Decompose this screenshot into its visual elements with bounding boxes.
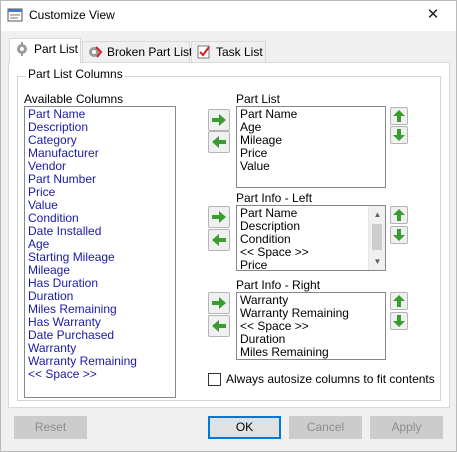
remove-from-info-right-button[interactable] <box>208 315 230 337</box>
info-right-move-up-button[interactable] <box>390 292 408 310</box>
list-item[interactable]: Value <box>240 160 385 173</box>
remove-from-part-list-button[interactable] <box>208 131 230 153</box>
gear-icon <box>17 42 27 56</box>
checklist-icon <box>197 45 210 59</box>
list-item[interactable]: Price <box>240 259 385 271</box>
title-bar: Customize View ✕ <box>1 1 456 31</box>
remove-from-info-left-button[interactable] <box>208 229 230 251</box>
arrow-up-icon <box>393 295 405 307</box>
info-left-move-up-button[interactable] <box>390 206 408 224</box>
part-info-right-label: Part Info - Right <box>236 278 321 292</box>
broken-gear-icon <box>89 46 103 58</box>
part-list-label: Part List <box>236 92 281 106</box>
part-info-left-label: Part Info - Left <box>236 191 313 205</box>
arrow-up-icon <box>393 209 405 221</box>
available-columns-list[interactable]: Part Name Description Category Manufactu… <box>24 106 176 398</box>
close-button[interactable]: ✕ <box>410 1 456 31</box>
part-info-right-list[interactable]: Warranty Warranty Remaining << Space >> … <box>236 292 386 360</box>
tab-label: Broken Part List <box>107 45 193 59</box>
window-title: Customize View <box>29 8 115 22</box>
part-info-left-list[interactable]: Part Name Description Condition << Space… <box>236 205 386 271</box>
arrow-down-icon <box>393 229 405 241</box>
autosize-checkbox[interactable] <box>208 373 221 386</box>
part-list-list[interactable]: Part Name Age Mileage Price Value <box>236 106 386 188</box>
tab-label: Task List <box>216 45 263 59</box>
tab-label: Part List <box>34 42 79 56</box>
arrow-left-icon <box>212 234 226 246</box>
scroll-thumb[interactable] <box>372 224 382 250</box>
add-to-info-right-button[interactable] <box>208 292 230 314</box>
list-item[interactable]: Date Installed <box>28 225 175 238</box>
list-item[interactable]: << Space >> <box>28 368 175 381</box>
arrow-left-icon <box>212 320 226 332</box>
ok-button[interactable]: OK <box>208 416 281 439</box>
arrow-down-icon <box>393 129 405 141</box>
available-columns-label: Available Columns <box>24 92 124 106</box>
reset-button[interactable]: Reset <box>14 416 87 439</box>
close-icon: ✕ <box>426 6 440 23</box>
arrow-down-icon <box>393 315 405 327</box>
vertical-scrollbar[interactable]: ▲ ▼ <box>368 206 385 270</box>
info-left-move-down-button[interactable] <box>390 226 408 244</box>
arrow-up-icon <box>393 110 405 122</box>
part-list-move-up-button[interactable] <box>390 107 408 125</box>
part-list-move-down-button[interactable] <box>390 126 408 144</box>
arrow-left-icon <box>212 136 226 148</box>
customize-view-window: Customize View ✕ Part List Broken Part L… <box>0 0 457 452</box>
list-item[interactable]: Miles Remaining <box>240 346 385 359</box>
cancel-button[interactable]: Cancel <box>289 416 362 439</box>
add-to-info-left-button[interactable] <box>208 206 230 228</box>
add-to-part-list-button[interactable] <box>208 109 230 131</box>
app-icon <box>7 8 23 22</box>
info-right-move-down-button[interactable] <box>390 312 408 330</box>
scroll-down-icon[interactable]: ▼ <box>369 253 385 270</box>
arrow-right-icon <box>212 211 226 223</box>
arrow-right-icon <box>212 297 226 309</box>
arrow-right-icon <box>212 114 226 126</box>
tab-task-list[interactable]: Task List <box>191 41 266 62</box>
group-label: Part List Columns <box>26 67 125 81</box>
tab-part-list[interactable]: Part List <box>9 38 81 63</box>
list-item[interactable]: Part Name <box>240 108 385 121</box>
scroll-up-icon[interactable]: ▲ <box>369 206 385 223</box>
tab-broken-part-list[interactable]: Broken Part List <box>82 41 193 62</box>
autosize-label: Always autosize columns to fit contents <box>226 372 435 386</box>
apply-button[interactable]: Apply <box>370 416 443 439</box>
